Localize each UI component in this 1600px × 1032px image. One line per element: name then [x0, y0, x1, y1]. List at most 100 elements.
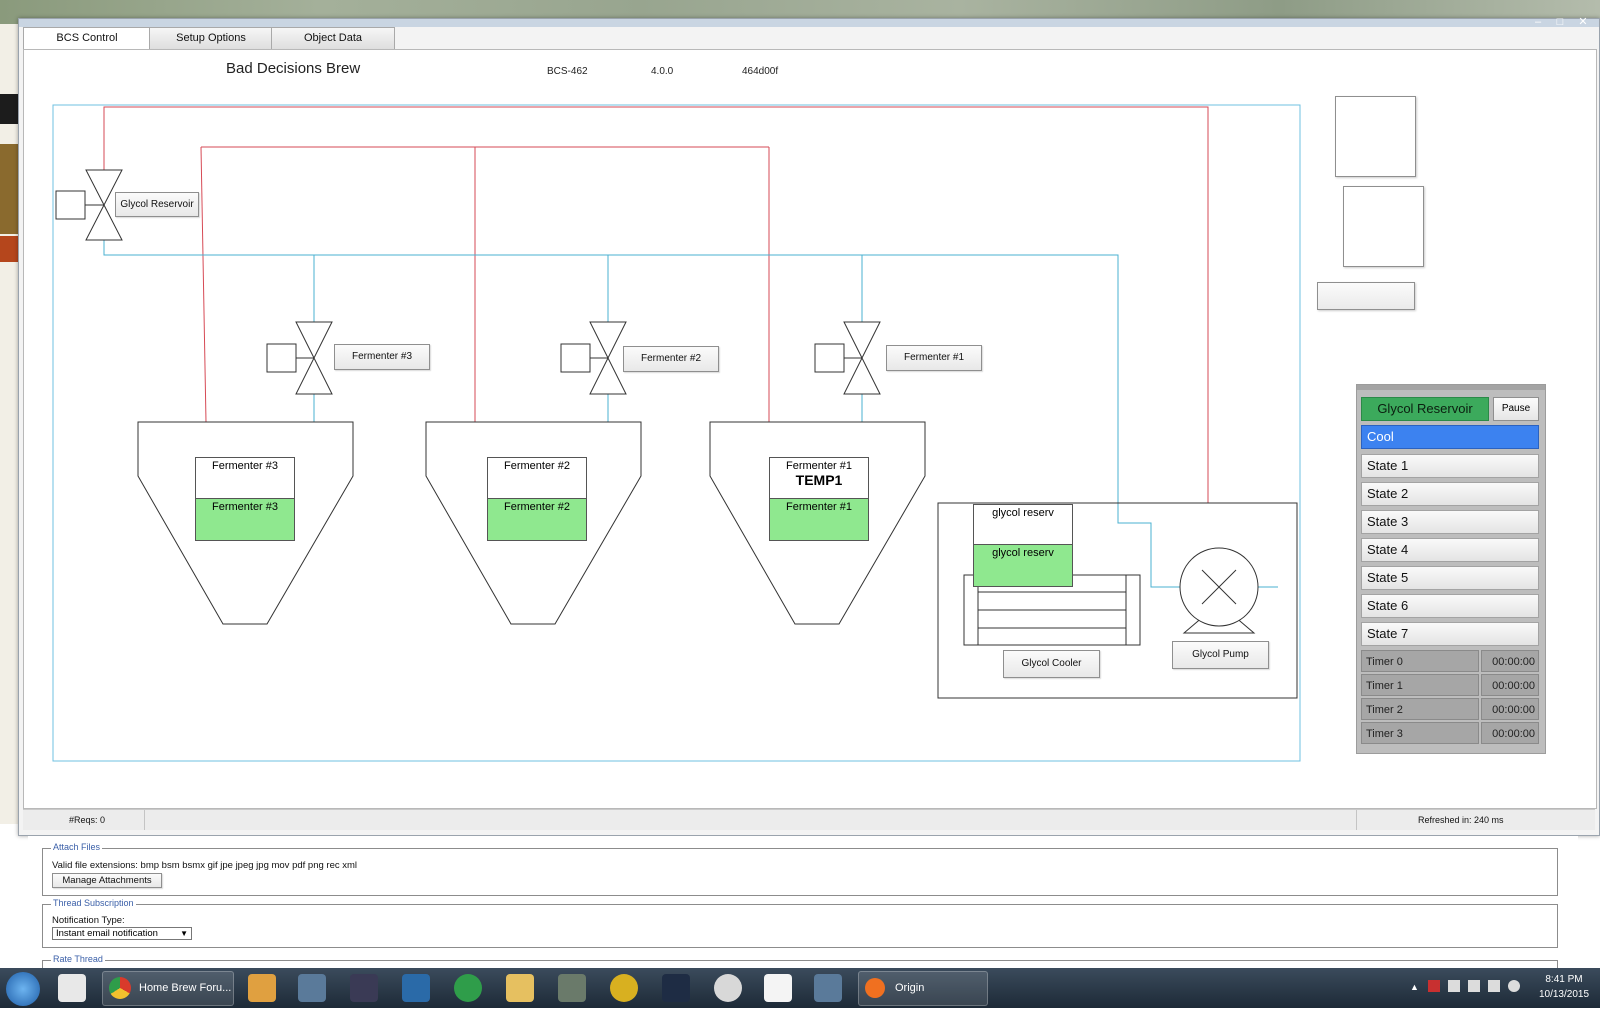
empty-widget-2[interactable] [1343, 186, 1424, 267]
timer-row: Timer 3 00:00:00 [1361, 722, 1539, 744]
glycol-probe: glycol reserv glycol reserv [973, 504, 1073, 587]
fermenter2-valve-button[interactable]: Fermenter #2 [623, 346, 719, 372]
state-3[interactable]: State 3 [1361, 510, 1539, 534]
fermenter1-probe: Fermenter #1 TEMP1 Fermenter #1 [769, 457, 869, 541]
timer-name: Timer 0 [1361, 650, 1479, 672]
tab-setup-options[interactable]: Setup Options [149, 27, 273, 50]
action-center-icon[interactable] [1428, 980, 1440, 992]
fermenter2-probe: Fermenter #2 Fermenter #2 [487, 457, 587, 541]
state-6[interactable]: State 6 [1361, 594, 1539, 618]
taskbar-origin-label: Origin [895, 982, 925, 994]
pinned-app-icon[interactable] [764, 974, 792, 1002]
timer-value[interactable]: 00:00:00 [1481, 650, 1539, 672]
thread-subscription-legend: Thread Subscription [51, 898, 136, 908]
fermenter2-output[interactable]: Fermenter #2 [488, 499, 586, 540]
pinned-app-icon[interactable] [58, 974, 86, 1002]
fermenter1-probe-name: Fermenter #1 [785, 460, 853, 472]
status-bar: #Reqs: 0 Refreshed in: 240 ms [23, 809, 1595, 830]
taskbar-origin[interactable]: Origin [858, 971, 988, 1006]
fermenter3-probe-name: Fermenter #3 [211, 460, 279, 472]
piping-diagram [52, 104, 1301, 762]
timer-value[interactable]: 00:00:00 [1481, 698, 1539, 720]
state-cool[interactable]: Cool [1361, 425, 1539, 449]
glycol-cooler-button[interactable]: Glycol Cooler [1003, 650, 1100, 678]
network-icon[interactable] [1468, 980, 1480, 992]
tab-bcs-control[interactable]: BCS Control [23, 27, 151, 51]
tab-object-data[interactable]: Object Data [271, 27, 395, 50]
valid-extensions: Valid file extensions: bmp bsm bsmx gif … [52, 860, 358, 871]
sync-icon[interactable] [1508, 980, 1520, 992]
tray-chevron-icon[interactable]: ▲ [1410, 982, 1419, 992]
timer-value[interactable]: 00:00:00 [1481, 674, 1539, 696]
timer-name: Timer 1 [1361, 674, 1479, 696]
clock-date: 10/13/2015 [1538, 989, 1590, 1000]
glycol-valve-icon [55, 169, 123, 241]
fermenter3-valve-button[interactable]: Fermenter #3 [334, 344, 430, 370]
taskbar-chrome[interactable]: Home Brew Foru... [102, 971, 234, 1006]
glycol-pump-button[interactable]: Glycol Pump [1172, 641, 1269, 669]
pinned-app-icon[interactable] [402, 974, 430, 1002]
fermenter3-probe: Fermenter #3 Fermenter #3 [195, 457, 295, 541]
notification-type-select[interactable]: Instant email notification ▼ [52, 927, 192, 940]
taskbar: Home Brew Foru... Origin ▲ 8:41 PM 10/13… [0, 968, 1600, 1008]
folder-icon[interactable] [506, 974, 534, 1002]
chevron-down-icon: ▼ [180, 929, 188, 938]
notification-type-value: Instant email notification [56, 928, 158, 939]
timer-row: Timer 0 00:00:00 [1361, 650, 1539, 672]
glycol-valve-button[interactable]: Glycol Reservoir [115, 192, 199, 217]
background-browser-edge [0, 24, 20, 824]
timer-name: Timer 2 [1361, 698, 1479, 720]
glycol-probe-name: glycol reserv [974, 505, 1072, 545]
state-7[interactable]: State 7 [1361, 622, 1539, 646]
process-name-button[interactable]: Glycol Reservoir [1361, 397, 1489, 421]
fermenter3-valve-icon [266, 321, 333, 395]
fermenter1-valve-icon [814, 321, 881, 395]
pause-button[interactable]: Pause [1493, 397, 1539, 421]
pinned-app-icon[interactable] [558, 974, 586, 1002]
timer-row: Timer 2 00:00:00 [1361, 698, 1539, 720]
start-button-icon[interactable] [6, 972, 40, 1006]
forum-reply-area: Attach Files Valid file extensions: bmp … [28, 836, 1578, 970]
fermenter2-probe-name: Fermenter #2 [503, 460, 571, 472]
clock-time: 8:41 PM [1545, 974, 1583, 985]
fermenter3-output[interactable]: Fermenter #3 [196, 499, 294, 540]
attach-files-section: Attach Files Valid file extensions: bmp … [42, 842, 1558, 896]
taskbar-chrome-label: Home Brew Foru... [139, 982, 232, 994]
timer-row: Timer 1 00:00:00 [1361, 674, 1539, 696]
pinned-app-icon[interactable] [350, 974, 378, 1002]
volume-icon[interactable] [1488, 980, 1500, 992]
pinned-app-icon[interactable] [298, 974, 326, 1002]
state-5[interactable]: State 5 [1361, 566, 1539, 590]
notification-type-label: Notification Type: [52, 915, 125, 926]
fermenter2-valve-icon [560, 321, 627, 395]
window-titlebar [19, 19, 1599, 27]
pinned-app-icon[interactable] [454, 974, 482, 1002]
glycol-pump-icon [1179, 547, 1259, 634]
windows-icon[interactable] [1448, 980, 1460, 992]
rate-thread-legend: Rate Thread [51, 954, 105, 964]
glycol-output[interactable]: glycol reserv [974, 545, 1072, 586]
fermenter1-output[interactable]: Fermenter #1 [770, 499, 868, 540]
pinned-app-icon[interactable] [662, 974, 690, 1002]
thread-subscription-section: Thread Subscription Notification Type: I… [42, 898, 1558, 948]
state-1[interactable]: State 1 [1361, 454, 1539, 478]
tab-bar: BCS Control Setup Options Object Data [23, 27, 1595, 51]
state-2[interactable]: State 2 [1361, 482, 1539, 506]
manage-attachments-button[interactable]: Manage Attachments [52, 873, 162, 888]
request-count: #Reqs: 0 [69, 815, 106, 825]
fermenter1-valve-button[interactable]: Fermenter #1 [886, 345, 982, 371]
empty-widget-button[interactable] [1317, 282, 1415, 310]
pinned-app-icon[interactable] [714, 974, 742, 1002]
refresh-time: Refreshed in: 240 ms [1418, 815, 1504, 825]
system-clock[interactable]: 8:41 PM 10/13/2015 [1534, 972, 1594, 1002]
pinned-app-icon[interactable] [814, 974, 842, 1002]
state-4[interactable]: State 4 [1361, 538, 1539, 562]
timer-name: Timer 3 [1361, 722, 1479, 744]
attach-files-legend: Attach Files [51, 842, 103, 852]
pinned-app-icon[interactable] [610, 974, 638, 1002]
pinned-app-icon[interactable] [248, 974, 276, 1002]
timer-value[interactable]: 00:00:00 [1481, 722, 1539, 744]
fermenter1-temp: TEMP1 [795, 472, 843, 488]
empty-widget-1[interactable] [1335, 96, 1416, 177]
chrome-icon [109, 977, 131, 999]
